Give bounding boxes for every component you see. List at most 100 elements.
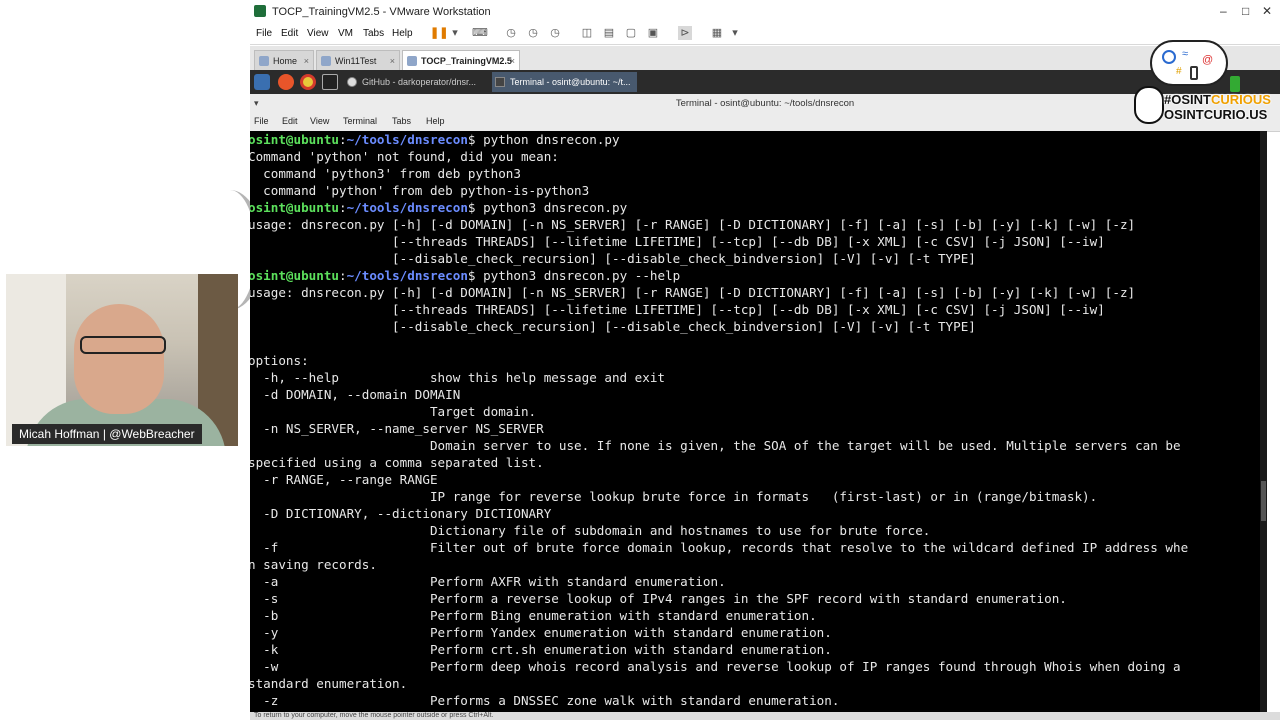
tab-home[interactable]: Home × <box>254 50 314 70</box>
terminal-output-line: Dictionary file of subdomain and hostnam… <box>250 523 931 538</box>
prompt-symbol: $ <box>467 200 476 215</box>
presenter-head <box>74 304 164 414</box>
terminal-output-line: usage: dnsrecon.py [-h] [-d DOMAIN] [-n … <box>250 285 1136 300</box>
terminal-scrollbar[interactable] <box>1260 131 1267 712</box>
terminal-launcher-icon[interactable] <box>322 74 338 90</box>
menu-help[interactable]: Help <box>392 28 413 39</box>
prompt-path: ~/tools/dnsrecon <box>346 200 468 215</box>
dropdown-arrow-icon[interactable]: ▾ <box>448 26 462 40</box>
terminal-titlebar: Terminal - osint@ubuntu: ~/tools/dnsreco… <box>250 94 1280 114</box>
tab-tocp-trainingvm[interactable]: TOCP_TrainingVM2.5 × <box>402 50 520 70</box>
at-sign-icon: @ <box>1202 54 1214 66</box>
task-terminal[interactable]: Terminal - osint@ubuntu: ~/t... <box>492 72 637 92</box>
unity-icon[interactable]: ▣ <box>646 26 660 40</box>
cloud-icon: ≈ @ # <box>1150 40 1228 86</box>
console-view-icon[interactable]: ⊳ <box>678 26 692 40</box>
app-menu-icon[interactable] <box>254 74 270 90</box>
vmware-logo-icon <box>254 5 266 17</box>
terminal-output-line: -n NS_SERVER, --name_server NS_SERVER <box>250 421 544 436</box>
task-label: Terminal - osint@ubuntu: ~/t... <box>510 77 631 87</box>
task-label: GitHub - darkoperator/dnsr... <box>362 77 477 87</box>
tab-label: Win11Test <box>335 56 377 66</box>
close-tab-icon[interactable]: × <box>390 51 395 71</box>
terminal-menu-terminal[interactable]: Terminal <box>343 116 377 126</box>
chrome-icon[interactable] <box>300 74 316 90</box>
prompt-user: osint@ubuntu <box>250 268 339 283</box>
guest-top-panel: GitHub - darkoperator/dnsr... Terminal -… <box>250 70 1280 94</box>
presenter-glasses <box>80 336 166 354</box>
menu-tabs[interactable]: Tabs <box>363 28 384 39</box>
prompt-path: ~/tools/dnsrecon <box>346 268 468 283</box>
globe-icon <box>1162 50 1176 64</box>
command-text: python dnsrecon.py <box>475 132 620 147</box>
pause-icon[interactable]: ❚❚ <box>430 26 448 40</box>
stretch-guest-icon[interactable]: ▦ <box>710 26 724 40</box>
maximize-icon[interactable]: □ <box>1242 4 1249 18</box>
scrollbar-thumb[interactable] <box>1261 481 1266 521</box>
vm-icon <box>321 56 331 66</box>
prompt-path: ~/tools/dnsrecon <box>346 132 468 147</box>
window-menu-icon[interactable]: ▾ <box>254 98 259 109</box>
hashtag-icon: # <box>1176 66 1182 77</box>
snapshot-icon[interactable]: ◷ <box>504 26 518 40</box>
menu-edit[interactable]: Edit <box>281 28 298 39</box>
close-icon[interactable]: ✕ <box>1262 4 1272 18</box>
menu-view[interactable]: View <box>307 28 329 39</box>
wifi-icon: ≈ <box>1182 48 1189 60</box>
task-github[interactable]: GitHub - darkoperator/dnsr... <box>344 72 489 92</box>
terminal-menu-edit[interactable]: Edit <box>282 116 298 126</box>
terminal-output-line: Target domain. <box>250 404 537 419</box>
prompt-user: osint@ubuntu <box>250 132 339 147</box>
thumbnail-bar-icon[interactable]: ▤ <box>602 26 616 40</box>
terminal-output-line: Domain server to use. If none is given, … <box>250 438 1181 453</box>
stretch-dropdown-icon[interactable]: ▾ <box>728 26 742 40</box>
snapshot-manager-icon[interactable]: ◷ <box>548 26 562 40</box>
terminal-prompt-line: osint@ubuntu:~/tools/dnsrecon$ python3 d… <box>250 267 680 284</box>
terminal-output[interactable]: osint@ubuntu:~/tools/dnsrecon$ python dn… <box>250 131 1260 712</box>
vmware-menubar: File Edit View VM Tabs Help <box>250 24 1280 44</box>
terminal-output-line: command 'python' from deb python-is-pyth… <box>250 183 590 198</box>
vmware-status-bar: To return to your computer, move the mou… <box>250 712 1280 720</box>
tab-win11test[interactable]: Win11Test × <box>316 50 400 70</box>
terminal-output-line: -z Performs a DNSSEC zone walk with stan… <box>250 693 840 708</box>
terminal-menu-view[interactable]: View <box>310 116 329 126</box>
terminal-output-line: -y Perform Yandex enumeration with stand… <box>250 625 832 640</box>
close-tab-icon[interactable]: × <box>304 51 309 71</box>
webcam-feed <box>6 274 238 446</box>
vmware-tab-bar: Home × Win11Test × TOCP_TrainingVM2.5 × <box>250 46 1280 71</box>
terminal-output-line: -h, --help show this help message and ex… <box>250 370 666 385</box>
terminal-menu-tabs[interactable]: Tabs <box>392 116 411 126</box>
logo-text-osint: #OSINT <box>1164 92 1211 107</box>
show-library-icon[interactable]: ◫ <box>580 26 594 40</box>
tab-label: Home <box>273 56 298 66</box>
terminal-output-line: [--disable_check_recursion] [--disable_c… <box>250 319 976 334</box>
phone-icon <box>1190 66 1198 80</box>
prompt-separator: : <box>339 132 347 147</box>
terminal-output-line: -d DOMAIN, --domain DOMAIN <box>250 387 461 402</box>
send-ctrl-alt-del-icon[interactable]: ⌨ <box>472 26 488 40</box>
terminal-prompt-line: osint@ubuntu:~/tools/dnsrecon$ python dn… <box>250 131 620 148</box>
terminal-output-line: -s Perform a reverse lookup of IPv4 rang… <box>250 591 1067 606</box>
battery-icon <box>1230 76 1240 92</box>
minimize-icon[interactable]: – <box>1220 4 1227 18</box>
presenter-name-label: Micah Hoffman | @WebBreacher <box>12 424 202 444</box>
close-tab-icon[interactable]: × <box>510 51 515 71</box>
firefox-icon[interactable] <box>278 74 294 90</box>
full-screen-icon[interactable]: ▢ <box>624 26 638 40</box>
menu-vm[interactable]: VM <box>338 28 353 39</box>
toolbar-divider <box>250 44 1280 45</box>
terminal-output-line: -k Perform crt.sh enumeration with stand… <box>250 642 832 657</box>
revert-snapshot-icon[interactable]: ◷ <box>526 26 540 40</box>
logo-text-curious: CURIOUS <box>1210 92 1271 107</box>
terminal-output-line: -D DICTIONARY, --dictionary DICTIONARY <box>250 506 552 521</box>
terminal-menu-file[interactable]: File <box>254 116 269 126</box>
menu-file[interactable]: File <box>256 28 272 39</box>
tab-label: TOCP_TrainingVM2.5 <box>421 56 512 66</box>
terminal-small-icon <box>495 77 505 87</box>
prompt-separator: : <box>339 268 347 283</box>
terminal-output-line: [--disable_check_recursion] [--disable_c… <box>250 251 976 266</box>
terminal-output-line: standard enumeration. <box>250 676 408 691</box>
prompt-separator: : <box>339 200 347 215</box>
home-icon <box>259 56 269 66</box>
terminal-menu-help[interactable]: Help <box>426 116 445 126</box>
